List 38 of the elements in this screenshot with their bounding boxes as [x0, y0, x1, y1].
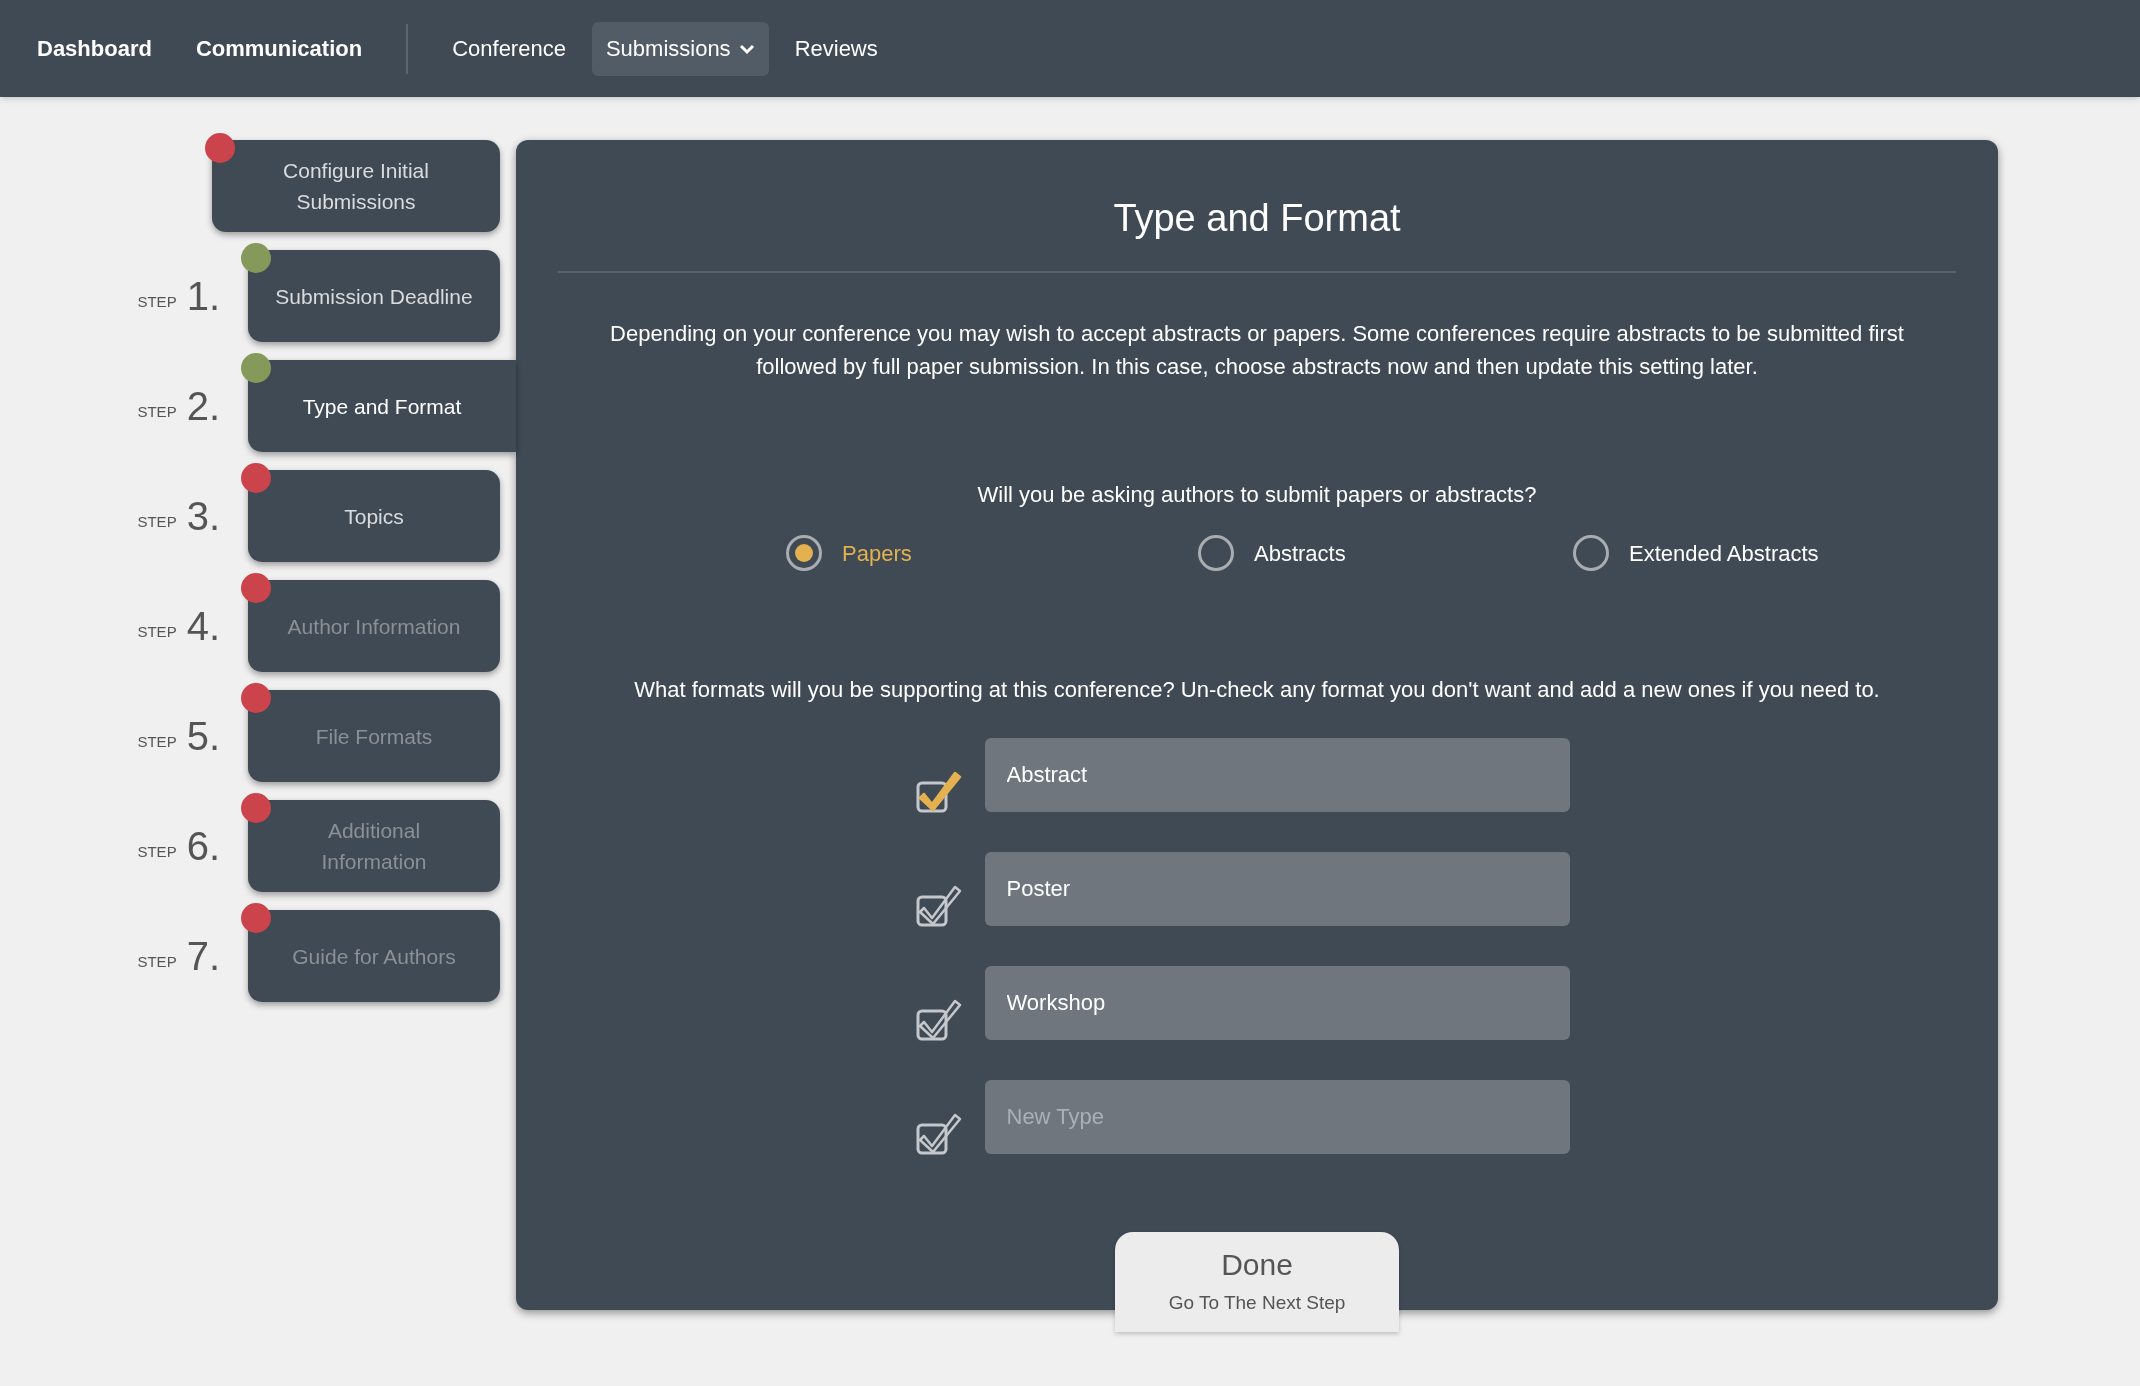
- radio-button[interactable]: [786, 535, 822, 571]
- step-number: 3.: [186, 496, 220, 536]
- radio-button[interactable]: [1198, 535, 1234, 571]
- question-text: Will you be asking authors to submit papers or abstracts?: [977, 481, 1537, 509]
- format-input-field[interactable]: New Type: [984, 1080, 1570, 1154]
- step-label: STEP: [137, 291, 177, 312]
- format-input-field[interactable]: Workshop: [984, 966, 1570, 1040]
- step-number: 5.: [186, 716, 220, 756]
- step-tab[interactable]: Submission Deadline: [248, 250, 500, 342]
- step-number: 1.: [186, 276, 220, 316]
- step-label: STEP: [137, 511, 177, 532]
- format-input-field[interactable]: Poster: [984, 852, 1570, 926]
- nav-tab[interactable]: Reviews: [780, 21, 892, 76]
- nav-tab[interactable]: Submissions: [591, 21, 769, 76]
- step-label: STEP: [137, 841, 177, 862]
- step-tab[interactable]: Topics: [248, 470, 500, 562]
- nav-tab[interactable]: Conference: [438, 21, 580, 76]
- step-number: 2.: [186, 386, 220, 426]
- format-input-field[interactable]: Abstract: [984, 738, 1570, 812]
- step-label: STEP: [137, 621, 177, 642]
- step-label: STEP: [137, 401, 177, 422]
- panel-title: Type and Format: [1113, 196, 1401, 241]
- step-tab[interactable]: Configure Initial Submissions: [212, 140, 500, 232]
- formats-question-text: What formats will you be supporting at this conference? Un-check any format you don't want and add a new ones if you need to.: [634, 676, 1880, 704]
- step-number: 7.: [186, 936, 220, 976]
- intro-paragraph: Depending on your conference you may wish to accept abstracts or papers. Some conferences require abstracts to be submitted first followed by full paper submission. In this case, choose abstracts now and then update this setting later.: [609, 320, 1905, 381]
- nav-link[interactable]: Communication: [195, 32, 363, 65]
- step-number: 4.: [186, 606, 220, 646]
- nav-link[interactable]: Dashboard: [37, 32, 152, 65]
- step-number: 6.: [186, 826, 220, 866]
- step-label: STEP: [137, 731, 177, 752]
- done-button[interactable]: Done Go To The Next Step: [1115, 1232, 1399, 1332]
- radio-option[interactable]: Extended Abstracts: [1573, 535, 1948, 571]
- radio-option[interactable]: Abstracts: [1198, 535, 1573, 571]
- step-tab[interactable]: Type and Format: [248, 360, 516, 452]
- radio-button[interactable]: [1573, 535, 1609, 571]
- radio-option[interactable]: Papers: [786, 535, 1198, 571]
- step-label: STEP: [137, 951, 177, 972]
